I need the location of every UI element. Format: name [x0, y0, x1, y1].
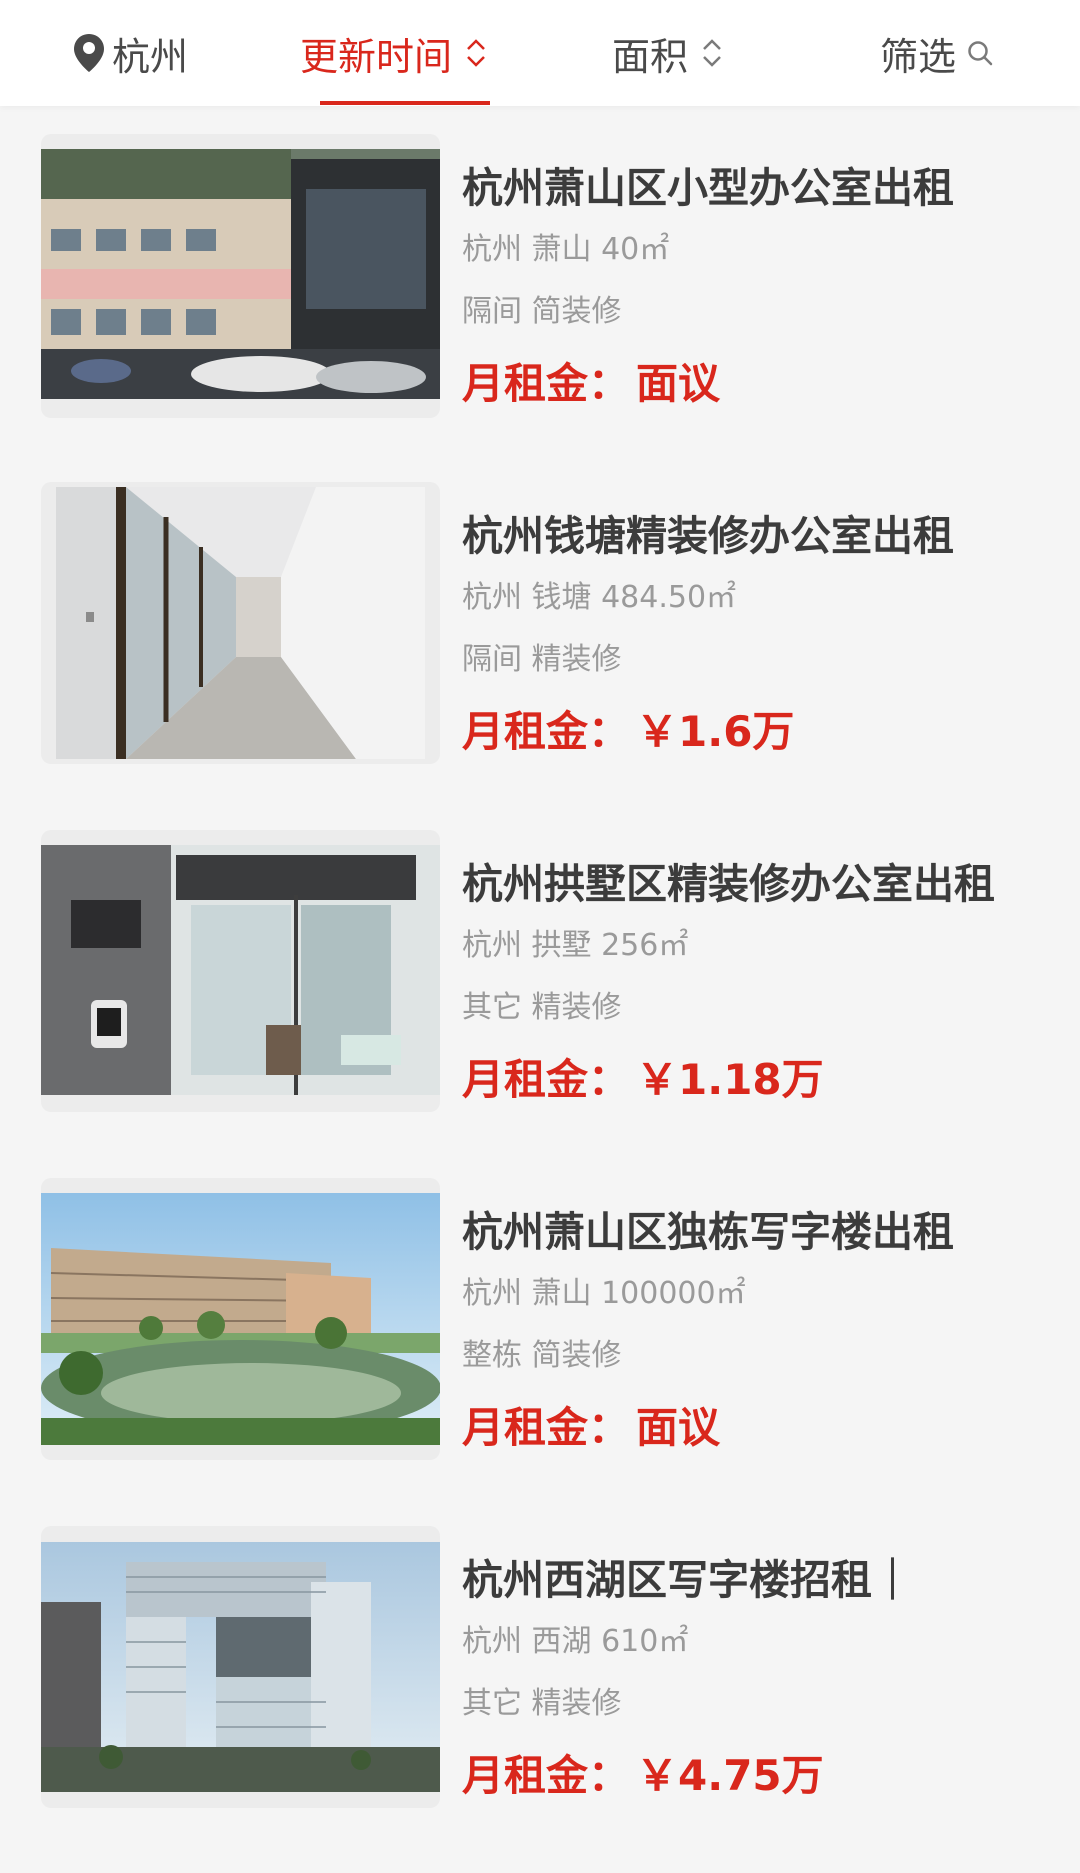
- search-icon: [968, 41, 993, 66]
- office-campus-photo: [41, 1193, 440, 1445]
- filter-label: 筛选: [880, 34, 957, 79]
- listing-card[interactable]: 杭州拱墅区精装修办公室出租 杭州 拱墅 256㎡ 其它 精装修 月租金： ￥1.1…: [0, 830, 1080, 1178]
- sort-update-label: 更新时间: [300, 34, 453, 79]
- sort-area-label: 面积: [612, 34, 689, 79]
- office-glass-door-photo: [41, 845, 440, 1095]
- price-label: 月租金：: [462, 1403, 631, 1452]
- location-pin-icon: [74, 34, 104, 72]
- listing-tags: 隔间 简装修: [462, 294, 622, 329]
- listing-thumbnail[interactable]: [41, 1178, 440, 1460]
- listing-thumbnail[interactable]: [41, 1526, 440, 1808]
- listing-location: 杭州 萧山 100000㎡: [462, 1276, 746, 1311]
- listing-title: 杭州拱墅区精装修办公室出租: [462, 860, 995, 908]
- price-label: 月租金：: [462, 707, 631, 756]
- listing-title: 杭州西湖区写字楼招租｜: [462, 1556, 913, 1604]
- sort-updown-icon: [467, 39, 485, 67]
- listing-card[interactable]: 杭州西湖区写字楼招租｜ 杭州 西湖 610㎡ 其它 精装修 月租金： ￥4.75万: [0, 1526, 1080, 1873]
- listing-thumbnail[interactable]: [41, 134, 440, 418]
- listing-tags: 其它 精装修: [462, 1686, 622, 1721]
- office-tower-photo: [41, 1542, 440, 1792]
- sort-updown-icon: [703, 39, 721, 67]
- listing-tags: 隔间 精装修: [462, 642, 622, 677]
- listing-info: 杭州萧山区独栋写字楼出租 杭州 萧山 100000㎡ 整栋 简装修 月租金： 面议: [462, 1178, 1007, 1458]
- listing-thumbnail[interactable]: [41, 482, 440, 764]
- price-label: 月租金：: [462, 359, 631, 408]
- listing-price: 月租金： ￥1.6万: [462, 702, 1007, 762]
- listing-location: 杭州 西湖 610㎡: [462, 1624, 689, 1659]
- city-selector[interactable]: 杭州: [72, 0, 188, 106]
- listing-info: 杭州钱塘精装修办公室出租 杭州 钱塘 484.50㎡ 隔间 精装修 月租金： ￥1…: [462, 482, 1007, 762]
- listing-card[interactable]: 杭州萧山区独栋写字楼出租 杭州 萧山 100000㎡ 整栋 简装修 月租金： 面议: [0, 1178, 1080, 1526]
- sort-area[interactable]: 面积: [612, 0, 724, 106]
- listing-tags: 其它 精装修: [462, 990, 622, 1025]
- filter-bar: 杭州 更新时间 面积 筛选: [0, 0, 1080, 106]
- listing-location: 杭州 钱塘 484.50㎡: [462, 580, 737, 615]
- listing-location: 杭州 萧山 40㎡: [462, 232, 670, 267]
- listing-info: 杭州拱墅区精装修办公室出租 杭州 拱墅 256㎡ 其它 精装修 月租金： ￥1.1…: [462, 830, 1007, 1110]
- listing-price: 月租金： ￥1.18万: [462, 1050, 1007, 1110]
- listing-info: 杭州萧山区小型办公室出租 杭州 萧山 40㎡ 隔间 简装修 月租金： 面议: [462, 134, 1007, 414]
- listing-title: 杭州萧山区小型办公室出租: [462, 164, 954, 212]
- listing-card[interactable]: 杭州萧山区小型办公室出租 杭州 萧山 40㎡ 隔间 简装修 月租金： 面议: [0, 134, 1080, 482]
- listing-price: 月租金： 面议: [462, 354, 1007, 414]
- price-value: 面议: [636, 1403, 721, 1452]
- filter-button[interactable]: 筛选: [880, 0, 994, 106]
- active-tab-underline: [320, 101, 490, 105]
- listing-title: 杭州萧山区独栋写字楼出租: [462, 1208, 954, 1256]
- listing-thumbnail[interactable]: [41, 830, 440, 1112]
- price-value: ￥4.75万: [636, 1751, 824, 1800]
- listing-price: 月租金： 面议: [462, 1398, 1007, 1458]
- listing-price: 月租金： ￥4.75万: [462, 1746, 1007, 1806]
- price-value: ￥1.6万: [636, 707, 795, 756]
- office-building-photo: [41, 149, 440, 399]
- listing-info: 杭州西湖区写字楼招租｜ 杭州 西湖 610㎡ 其它 精装修 月租金： ￥4.75万: [462, 1526, 1007, 1806]
- price-value: 面议: [636, 359, 721, 408]
- price-value: ￥1.18万: [636, 1055, 824, 1104]
- listing-tags: 整栋 简装修: [462, 1338, 622, 1373]
- city-label: 杭州: [112, 34, 189, 79]
- listing-title: 杭州钱塘精装修办公室出租: [462, 512, 954, 560]
- price-label: 月租金：: [462, 1751, 631, 1800]
- price-label: 月租金：: [462, 1055, 631, 1104]
- listing-card[interactable]: 杭州钱塘精装修办公室出租 杭州 钱塘 484.50㎡ 隔间 精装修 月租金： ￥1…: [0, 482, 1080, 830]
- listing-location: 杭州 拱墅 256㎡: [462, 928, 689, 963]
- office-corridor-photo: [56, 487, 425, 759]
- sort-update-time[interactable]: 更新时间: [300, 0, 488, 106]
